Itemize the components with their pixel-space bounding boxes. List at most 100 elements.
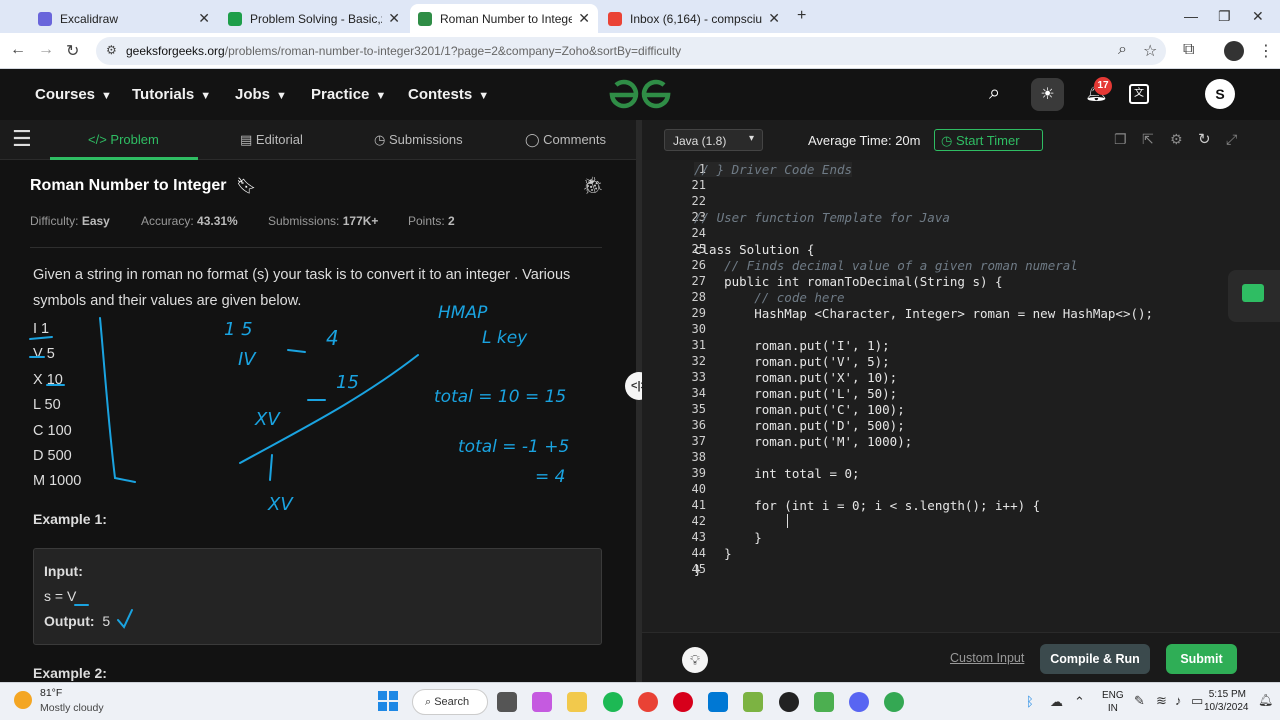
editor-panel: Java (1.8) ▾ Average Time: 20m ◷ Start Ti… <box>642 120 1280 682</box>
close-tab-icon[interactable]: ✕ <box>388 10 400 27</box>
spotify-icon[interactable] <box>603 692 623 712</box>
photos-icon[interactable] <box>814 692 834 712</box>
site-info-icon[interactable]: ⚙ <box>106 43 117 57</box>
code-line[interactable]: // } Driver Code Ends <box>694 162 853 177</box>
url-input[interactable]: geeksforgeeks.org/problems/roman-number-… <box>96 37 1166 65</box>
close-tab-icon[interactable]: ✕ <box>198 10 210 27</box>
task-view-icon[interactable] <box>497 692 517 712</box>
chrome-active-icon[interactable] <box>884 692 904 712</box>
close-tab-icon[interactable]: ✕ <box>768 10 780 27</box>
symbol-item: V 5 <box>33 346 55 363</box>
example-title: Example 1: <box>33 511 107 527</box>
maps-icon[interactable] <box>779 692 799 712</box>
clock[interactable]: 5:15 PM 10/3/2024 <box>1204 688 1249 714</box>
code-line[interactable]: class Solution { <box>694 242 814 257</box>
code-editor[interactable]: 1// } Driver Code Ends 21 22 23// User func… <box>642 160 1280 632</box>
upload-icon[interactable]: ⇱ <box>1142 131 1154 148</box>
cloud-icon[interactable]: ☁ <box>1050 694 1063 710</box>
windows-start-icon[interactable] <box>378 691 398 711</box>
tab-roman-number[interactable]: Roman Number to Integer | Pra ✕ <box>410 4 598 33</box>
start-timer-button[interactable]: ◷ Start Timer <box>934 129 1043 151</box>
gfg-logo-icon[interactable] <box>608 79 672 111</box>
tab-editorial[interactable]: ▤ Editorial <box>240 132 303 148</box>
taskbar-search[interactable]: ⌕ Search <box>412 689 488 715</box>
compile-run-button[interactable]: Compile & Run <box>1040 644 1150 674</box>
chat-button[interactable] <box>1228 270 1280 322</box>
reset-icon[interactable]: ↻ <box>1198 130 1211 148</box>
symbol-item: C 100 <box>33 422 72 439</box>
fullscreen-icon[interactable]: ⤢ <box>1226 131 1237 148</box>
translate-icon[interactable]: 文 <box>1129 84 1149 104</box>
copilot-icon[interactable] <box>532 692 552 712</box>
back-icon[interactable]: ← <box>10 41 26 59</box>
bug-report-icon[interactable]: 🐞︎ <box>582 176 604 196</box>
code-line[interactable]: for (int i = 0; i < s.length(); i++) { <box>694 498 1040 513</box>
code-line[interactable]: roman.put('D', 500); <box>694 418 905 433</box>
theme-toggle-icon[interactable]: ☀ <box>1031 78 1064 111</box>
code-line[interactable]: // Finds decimal value of a given roman … <box>694 258 1078 273</box>
code-line[interactable]: // code here <box>694 290 844 305</box>
new-tab-button[interactable]: + <box>797 7 806 25</box>
nav-jobs[interactable]: Jobs ▼ <box>235 86 287 103</box>
tab-comments[interactable]: ◯ Comments <box>525 132 606 148</box>
line-number: 30 <box>691 322 706 336</box>
code-line[interactable]: roman.put('C', 100); <box>694 402 905 417</box>
copy-icon[interactable]: ❐ <box>1114 131 1127 148</box>
tab-excalidraw[interactable]: Excalidraw ✕ <box>30 4 218 33</box>
edit-icon[interactable]: ✎ <box>1134 693 1145 709</box>
code-line[interactable]: // User function Template for Java <box>694 210 950 225</box>
bluetooth-icon[interactable]: ᛒ <box>1026 694 1034 709</box>
code-line[interactable]: roman.put('I', 1); <box>694 338 889 353</box>
close-tab-icon[interactable]: ✕ <box>578 10 590 27</box>
discord-icon[interactable] <box>849 692 869 712</box>
volume-icon[interactable]: ♪ <box>1175 693 1182 708</box>
chrome-icon[interactable] <box>638 692 658 712</box>
code-line[interactable]: HashMap <Character, Integer> roman = new… <box>694 306 1153 321</box>
close-window-icon[interactable]: ✕ <box>1252 8 1264 25</box>
code-line[interactable]: public int romanToDecimal(String s) { <box>694 274 1002 289</box>
tab-inbox[interactable]: Inbox (6,164) - compsciuniv@g ✕ <box>600 4 788 33</box>
tab-problem-solving[interactable]: Problem Solving - Basic,zoho, V ✕ <box>220 4 408 33</box>
code-line[interactable]: } <box>694 562 702 577</box>
nav-tutorials[interactable]: Tutorials ▼ <box>132 86 211 103</box>
minimize-icon[interactable]: — <box>1184 8 1198 24</box>
wifi-icon[interactable]: ≋ <box>1156 693 1167 709</box>
tray-chevron-icon[interactable]: ⌃ <box>1074 694 1085 710</box>
code-line[interactable]: roman.put('L', 50); <box>694 386 897 401</box>
code-line[interactable]: } <box>694 530 762 545</box>
zoom-icon[interactable]: ⌕ <box>1118 41 1127 59</box>
code-line[interactable]: roman.put('V', 5); <box>694 354 889 369</box>
reload-icon[interactable]: ↻ <box>66 41 79 61</box>
opera-icon[interactable] <box>673 692 693 712</box>
nav-courses[interactable]: Courses ▼ <box>35 86 112 103</box>
code-line[interactable]: } <box>694 546 732 561</box>
avatar[interactable]: S <box>1205 79 1235 109</box>
profile-icon[interactable] <box>1224 41 1244 61</box>
hint-bulb-icon[interactable]: 💡︎ <box>682 647 708 673</box>
menu-dots-icon[interactable]: ⋮ <box>1258 41 1274 61</box>
extensions-icon[interactable]: ⧉ <box>1183 41 1194 59</box>
code-line[interactable]: roman.put('X', 10); <box>694 370 897 385</box>
language-select[interactable]: Java (1.8) ▾ <box>664 129 763 151</box>
custom-input-link[interactable]: Custom Input <box>950 651 1024 665</box>
nav-practice[interactable]: Practice ▼ <box>311 86 386 103</box>
vscode-icon[interactable] <box>708 692 728 712</box>
search-icon[interactable]: ⌕ <box>989 82 1000 105</box>
language-indicator[interactable]: ENG IN <box>1102 689 1124 715</box>
notepad-icon[interactable] <box>743 692 763 712</box>
restore-icon[interactable]: ❐ <box>1218 8 1231 25</box>
file-explorer-icon[interactable] <box>567 692 587 712</box>
forward-icon[interactable]: → <box>38 41 54 59</box>
submit-button[interactable]: Submit <box>1166 644 1237 674</box>
code-line[interactable]: int total = 0; <box>694 466 859 481</box>
battery-icon[interactable]: ▭ <box>1191 693 1203 709</box>
settings-icon[interactable]: ⚙ <box>1170 131 1183 148</box>
code-line[interactable]: roman.put('M', 1000); <box>694 434 912 449</box>
bookmark-star-icon[interactable]: ☆ <box>1143 41 1157 61</box>
hamburger-menu-icon[interactable]: ☰ <box>12 128 32 150</box>
tab-submissions[interactable]: ◷ Submissions <box>374 132 463 148</box>
bookmark-icon[interactable]: 🔖︎ <box>236 176 256 196</box>
notification-icon[interactable]: 🔔︎ <box>1258 693 1273 707</box>
tab-problem[interactable]: </> Problem <box>88 132 159 147</box>
nav-contests[interactable]: Contests ▼ <box>408 86 489 103</box>
